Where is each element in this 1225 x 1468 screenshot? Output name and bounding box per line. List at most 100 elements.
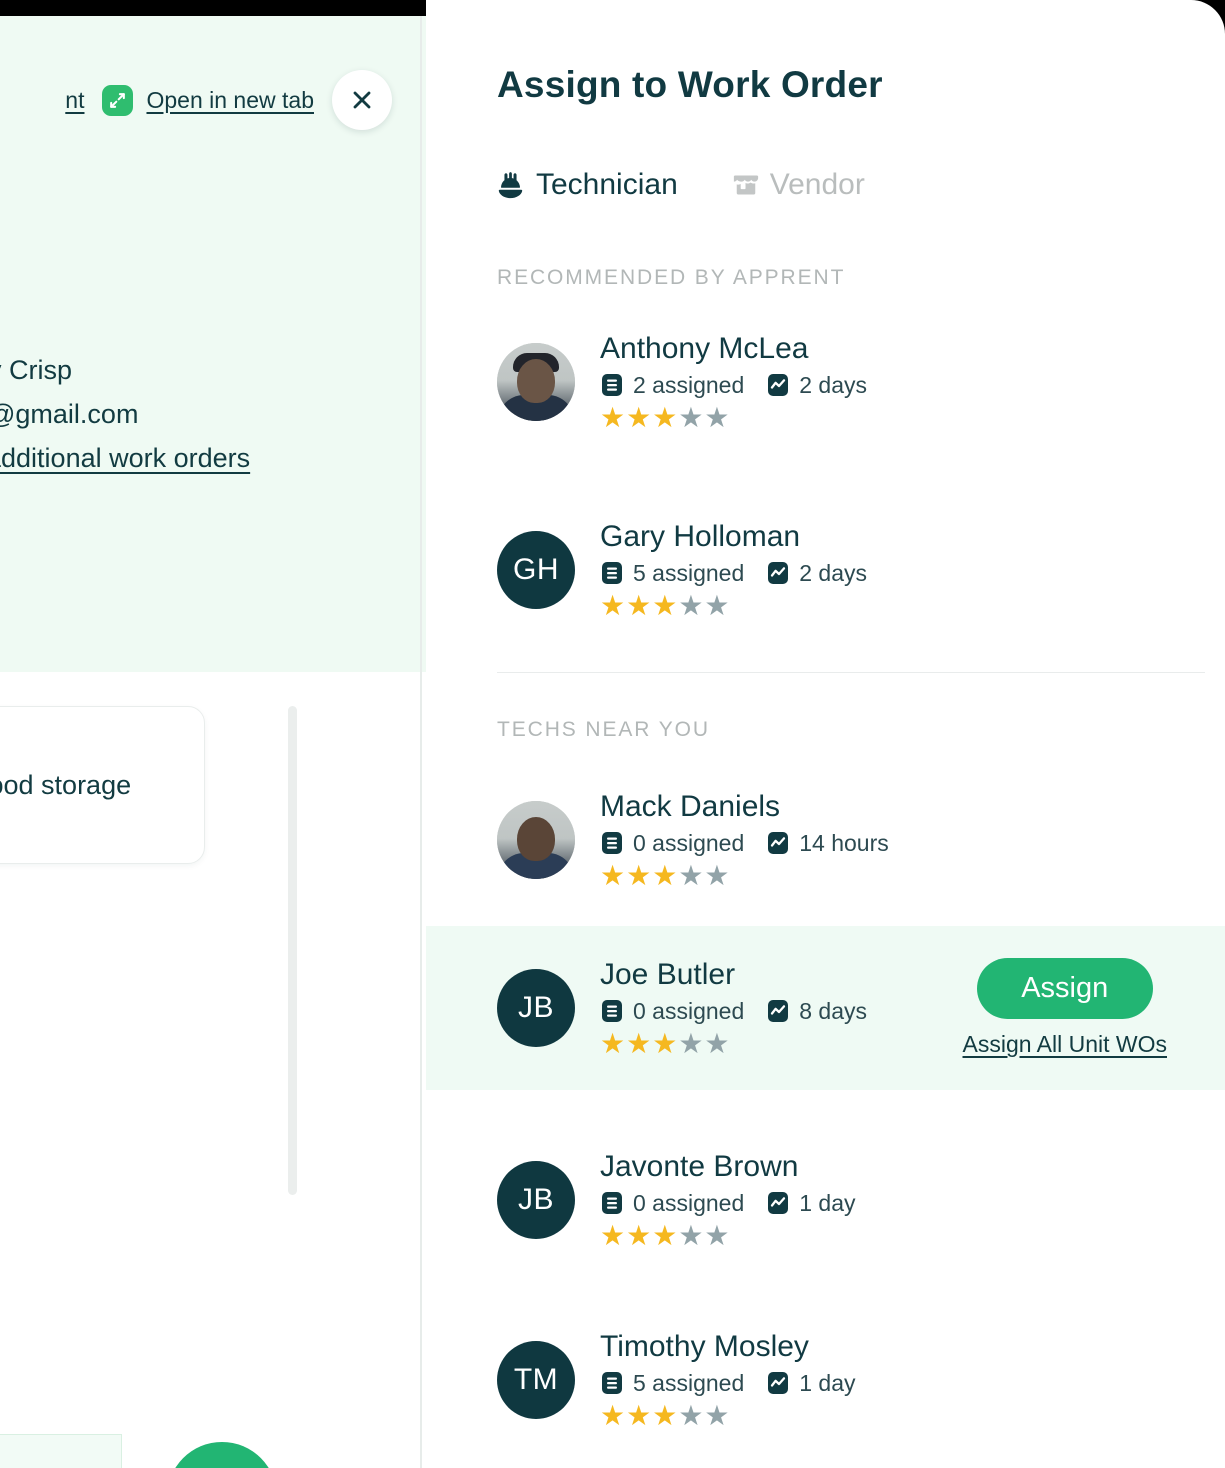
close-button[interactable] xyxy=(332,70,392,130)
floating-action-button[interactable] xyxy=(167,1442,277,1468)
tab-vendor-label: Vendor xyxy=(769,168,865,201)
close-icon xyxy=(353,91,371,109)
technician-row-selected[interactable]: JB Joe Butler 0 assigned 8 days ★★★★★ As… xyxy=(426,926,1225,1090)
trend-chart-icon xyxy=(768,832,789,854)
section-divider xyxy=(497,672,1205,673)
trend-chart-icon xyxy=(768,562,789,584)
rating-stars: ★★★★★ xyxy=(600,859,731,891)
response-stat: 8 days xyxy=(766,998,867,1025)
technician-stats: 2 assigned 2 days xyxy=(600,372,867,399)
panel-divider xyxy=(420,16,422,1468)
response-time: 8 days xyxy=(799,997,868,1024)
drawer-toolbar: nt Open in new tab xyxy=(0,62,420,138)
document-list-icon xyxy=(602,1372,622,1394)
document-list-icon xyxy=(602,1192,622,1214)
response-stat: 2 days xyxy=(766,372,867,399)
detail-drawer-partial: nt Open in new tab Crisp @gmail.com addi… xyxy=(0,16,426,1468)
technician-stats: 5 assigned 2 days xyxy=(600,560,867,587)
avatar-initials: TM xyxy=(513,1363,559,1396)
avatar: TM xyxy=(497,1341,575,1419)
response-time: 1 day xyxy=(799,1369,856,1396)
response-time: 2 days xyxy=(799,371,868,398)
assigned-count: 5 assigned xyxy=(633,559,745,586)
contact-name: y Crisp xyxy=(0,355,73,385)
page-title: Assign to Work Order xyxy=(497,64,883,105)
hard-hat-icon xyxy=(494,169,527,202)
document-list-icon xyxy=(602,1000,622,1022)
assign-all-unit-wos-link[interactable]: Assign All Unit WOs xyxy=(963,1031,1168,1058)
tab-technician[interactable]: Technician xyxy=(494,168,678,202)
contact-email: @gmail.com xyxy=(0,399,139,429)
store-icon xyxy=(731,170,761,200)
avatar: JB xyxy=(497,1161,575,1239)
rating-stars: ★★★★★ xyxy=(600,1219,731,1251)
technician-name: Joe Butler xyxy=(600,957,736,991)
avatar-initials: JB xyxy=(517,991,554,1024)
avatar: GH xyxy=(497,531,575,609)
work-order-card-title: food storage xyxy=(0,769,132,800)
screen-root: nt Open in new tab Crisp @gmail.com addi… xyxy=(0,0,1225,1468)
document-list-icon xyxy=(602,832,622,854)
response-time: 2 days xyxy=(799,559,868,586)
drawer-footer-box xyxy=(0,1434,122,1468)
trend-chart-icon xyxy=(768,1192,789,1214)
response-stat: 1 day xyxy=(766,1369,856,1397)
avatar-initials: GH xyxy=(513,553,559,586)
assigned-count: 2 assigned xyxy=(633,371,745,398)
rating-stars: ★★★★★ xyxy=(600,1399,731,1431)
open-in-new-tab-label: Open in new tab xyxy=(146,86,314,113)
assigned-stat: 0 assigned xyxy=(600,998,744,1025)
avatar: JB xyxy=(497,969,575,1047)
technician-name: Timothy Mosley xyxy=(600,1329,809,1363)
technician-stats: 0 assigned 8 days xyxy=(600,998,867,1025)
tab-technician-label: Technician xyxy=(536,168,678,201)
assign-work-order-panel: Assign to Work Order Technician Vendor R… xyxy=(426,0,1225,1468)
assigned-stat: 0 assigned xyxy=(600,830,744,857)
assigned-stat: 2 assigned xyxy=(600,372,744,399)
assign-button[interactable]: Assign xyxy=(976,958,1153,1019)
response-time: 1 day xyxy=(799,1189,856,1216)
technician-row[interactable]: GH Gary Holloman 5 assigned 2 days ★★★★★ xyxy=(426,488,1225,652)
tab-vendor[interactable]: Vendor xyxy=(731,168,865,202)
trend-chart-icon xyxy=(768,1372,789,1394)
technician-stats: 0 assigned 14 hours xyxy=(600,830,889,857)
avatar xyxy=(497,801,575,879)
open-in-new-tab-button[interactable]: Open in new tab xyxy=(102,84,314,116)
section-header-techs-near-you: TECHS NEAR YOU xyxy=(497,718,710,741)
technician-row[interactable]: Anthony McLea 2 assigned 2 days ★★★★★ xyxy=(426,300,1225,464)
avatar-initials: JB xyxy=(517,1183,554,1216)
technician-row[interactable]: JB Javonte Brown 0 assigned 1 day ★★★★★ xyxy=(426,1118,1225,1282)
work-order-card[interactable]: food storage xyxy=(0,706,205,864)
truncated-link[interactable]: nt xyxy=(65,87,84,114)
assigned-count: 0 assigned xyxy=(633,829,745,856)
assigned-count: 0 assigned xyxy=(633,1189,745,1216)
rating-stars: ★★★★★ xyxy=(600,589,731,621)
assigned-count: 0 assigned xyxy=(633,997,745,1024)
technician-name: Javonte Brown xyxy=(600,1149,799,1183)
document-list-icon xyxy=(602,562,622,584)
technician-stats: 5 assigned 1 day xyxy=(600,1370,856,1397)
technician-name: Anthony McLea xyxy=(600,331,809,365)
rating-stars: ★★★★★ xyxy=(600,401,731,433)
technician-row[interactable]: TM Timothy Mosley 5 assigned 1 day ★★★★★ xyxy=(426,1298,1225,1462)
rating-stars: ★★★★★ xyxy=(600,1027,731,1059)
response-time: 14 hours xyxy=(799,829,889,856)
drawer-scrollbar[interactable] xyxy=(288,706,297,1195)
assigned-stat: 5 assigned xyxy=(600,560,744,587)
assigned-count: 5 assigned xyxy=(633,1369,745,1396)
document-list-icon xyxy=(602,374,622,396)
assigned-stat: 0 assigned xyxy=(600,1190,744,1217)
additional-work-orders-link[interactable]: additional work orders xyxy=(0,436,420,480)
row-actions: Assign Assign All Unit WOs xyxy=(963,958,1168,1058)
technician-name: Mack Daniels xyxy=(600,789,781,823)
response-stat: 14 hours xyxy=(766,830,889,857)
trend-chart-icon xyxy=(768,374,789,396)
technician-name: Gary Holloman xyxy=(600,519,801,553)
assigned-stat: 5 assigned xyxy=(600,1370,744,1397)
avatar xyxy=(497,343,575,421)
assignee-type-tabs: Technician Vendor xyxy=(494,168,865,202)
response-stat: 1 day xyxy=(766,1189,856,1217)
technician-row[interactable]: Mack Daniels 0 assigned 14 hours ★★★★★ xyxy=(426,758,1225,922)
response-stat: 2 days xyxy=(766,560,867,587)
drawer-contact-info: y Crisp @gmail.com additional work order… xyxy=(0,348,420,480)
